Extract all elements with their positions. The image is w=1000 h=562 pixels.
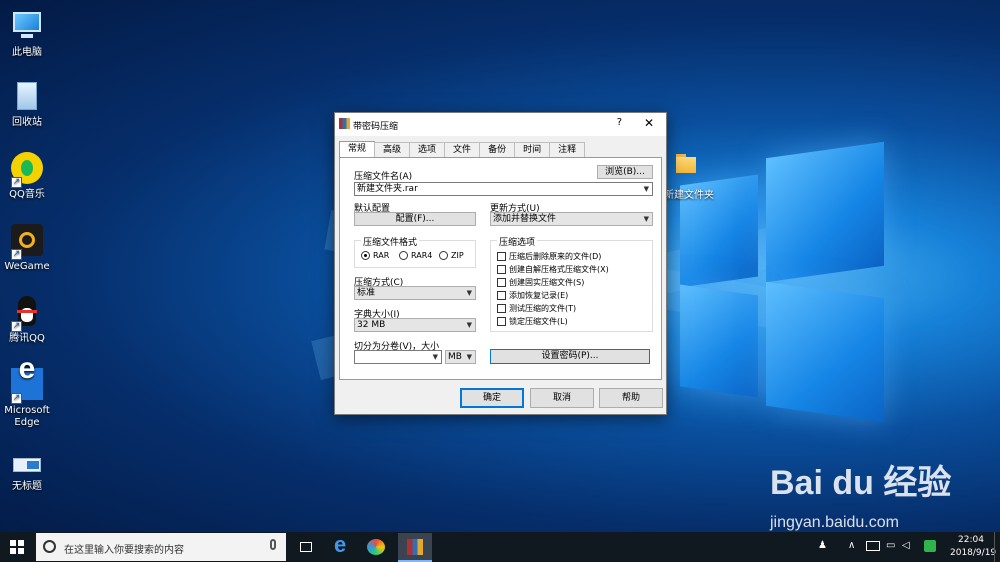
tab-general[interactable]: 常规 (339, 141, 376, 158)
folder-icon[interactable] (672, 152, 700, 176)
format-group: 压缩文件格式 RAR RAR4 ZIP (354, 235, 476, 268)
show-desktop-button[interactable] (994, 532, 1000, 562)
browse-button[interactable]: 浏览(B)... (597, 165, 653, 179)
clock[interactable]: 22:04 2018/9/19 (950, 534, 997, 560)
logo-pane (766, 281, 884, 423)
input-method-icon[interactable] (924, 540, 936, 552)
chevron-down-icon[interactable]: ▼ (467, 287, 472, 299)
wegame-icon: ↗ (9, 222, 45, 260)
clock-time: 22:04 (958, 535, 984, 545)
option-test[interactable]: 测试压缩的文件(T) (497, 303, 576, 314)
option-lock[interactable]: 锁定压缩文件(L) (497, 316, 568, 327)
chevron-down-icon[interactable]: ▼ (644, 183, 649, 195)
qq-music-icon: ↗ (9, 150, 45, 188)
tab-advanced[interactable]: 高级 (374, 142, 411, 158)
desktop-icon-qq[interactable]: ↗ 腾讯QQ (0, 294, 62, 345)
help-icon[interactable]: ? (617, 117, 622, 128)
format-rar4-radio[interactable]: RAR4 (399, 251, 432, 260)
format-zip-radio[interactable]: ZIP (439, 251, 464, 260)
task-view-icon[interactable] (294, 536, 318, 558)
clock-date: 2018/9/19 (950, 548, 997, 558)
volume-icon[interactable]: ◁ (902, 540, 910, 551)
computer-icon (9, 8, 45, 44)
archive-name-input[interactable]: 新建文件夹.rar ▼ (354, 182, 653, 196)
microphone-icon[interactable] (270, 539, 276, 550)
profiles-button[interactable]: 配置(F)... (354, 212, 476, 226)
option-solid[interactable]: 创建固实压缩文件(S) (497, 277, 584, 288)
option-recovery[interactable]: 添加恢复记录(E) (497, 290, 568, 301)
desktop-icon-edge[interactable]: e ↗ Microsoft Edge (0, 354, 62, 429)
desktop-icon-untitled[interactable]: 无标题 (0, 452, 62, 493)
desktop-icon-wegame[interactable]: ↗ WeGame (0, 222, 62, 273)
chevron-down-icon[interactable]: ▼ (644, 213, 649, 225)
paint-taskbar-icon[interactable] (364, 536, 388, 558)
recycle-bin-icon (9, 78, 45, 114)
close-icon[interactable]: ✕ (644, 116, 654, 130)
baidu-watermark: Bai du 经验 jingyan.baidu.com (770, 455, 951, 532)
format-rar-radio[interactable]: RAR (361, 251, 389, 260)
chevron-down-icon[interactable]: ▼ (467, 319, 472, 331)
archive-name-label: 压缩文件名(A) (354, 172, 413, 182)
split-size-input[interactable]: ▼ (354, 350, 442, 364)
cortana-icon (43, 540, 56, 553)
ok-button[interactable]: 确定 (460, 388, 524, 408)
logo-pane (766, 141, 884, 283)
start-button[interactable] (10, 540, 24, 554)
chevron-down-icon[interactable]: ▼ (433, 351, 438, 363)
option-sfx[interactable]: 创建自解压格式压缩文件(X) (497, 264, 609, 275)
winrar-icon (339, 118, 350, 129)
dialog-title: 带密码压缩 (353, 122, 399, 132)
cancel-button[interactable]: 取消 (530, 388, 594, 408)
tab-time[interactable]: 时间 (514, 142, 551, 158)
tab-files[interactable]: 文件 (444, 142, 481, 158)
compress-dialog: 带密码压缩 ? ✕ 常规 高级 选项 文件 备份 时间 注释 压缩文件名(A) … (334, 112, 667, 415)
taskbar-search[interactable]: 在这里输入你要搜索的内容 (36, 533, 286, 561)
tab-options[interactable]: 选项 (409, 142, 446, 158)
method-select[interactable]: 标准 ▼ (354, 286, 476, 300)
tab-bar: 常规 高级 选项 文件 备份 时间 注释 (339, 141, 586, 158)
tab-comment[interactable]: 注释 (549, 142, 586, 158)
untitled-icon (9, 452, 45, 478)
chevron-up-icon[interactable]: ∧ (848, 540, 855, 551)
desktop-icon-recycle-bin[interactable]: 回收站 (0, 78, 62, 129)
edge-icon: e ↗ (9, 354, 45, 404)
dialog-titlebar[interactable]: 带密码压缩 ? ✕ (335, 113, 666, 136)
set-password-button[interactable]: 设置密码(P)... (490, 349, 650, 364)
battery-icon[interactable] (866, 541, 880, 551)
help-button[interactable]: 帮助 (599, 388, 663, 408)
qq-icon: ↗ (9, 294, 45, 332)
dict-size-select[interactable]: 32 MB ▼ (354, 318, 476, 332)
winrar-taskbar-icon[interactable] (398, 533, 432, 562)
folder-label[interactable]: 新建文件夹 (664, 186, 714, 201)
search-placeholder: 在这里输入你要搜索的内容 (64, 545, 184, 556)
people-icon[interactable]: ♟ (818, 540, 827, 551)
desktop-icon-computer[interactable]: 此电脑 (0, 8, 62, 59)
options-group: 压缩选项 压缩后删除原来的文件(D) 创建自解压格式压缩文件(X) 创建固实压缩… (490, 235, 653, 332)
watermark-brand: Bai du 经验 (770, 464, 952, 502)
tab-backup[interactable]: 备份 (479, 142, 516, 158)
edge-taskbar-icon[interactable]: e (330, 532, 354, 558)
general-panel: 压缩文件名(A) 浏览(B)... 新建文件夹.rar ▼ 默认配置 配置(F)… (339, 157, 662, 380)
network-icon[interactable]: ▭ (886, 540, 895, 551)
watermark-url: jingyan.baidu.com (770, 514, 899, 531)
chevron-down-icon[interactable]: ▼ (467, 351, 472, 363)
logo-pane (680, 284, 758, 398)
option-delete-after[interactable]: 压缩后删除原来的文件(D) (497, 251, 601, 262)
desktop-icon-qq-music[interactable]: ↗ QQ音乐 (0, 150, 62, 201)
split-unit-select[interactable]: MB ▼ (445, 350, 476, 364)
update-mode-select[interactable]: 添加并替换文件 ▼ (490, 212, 653, 226)
